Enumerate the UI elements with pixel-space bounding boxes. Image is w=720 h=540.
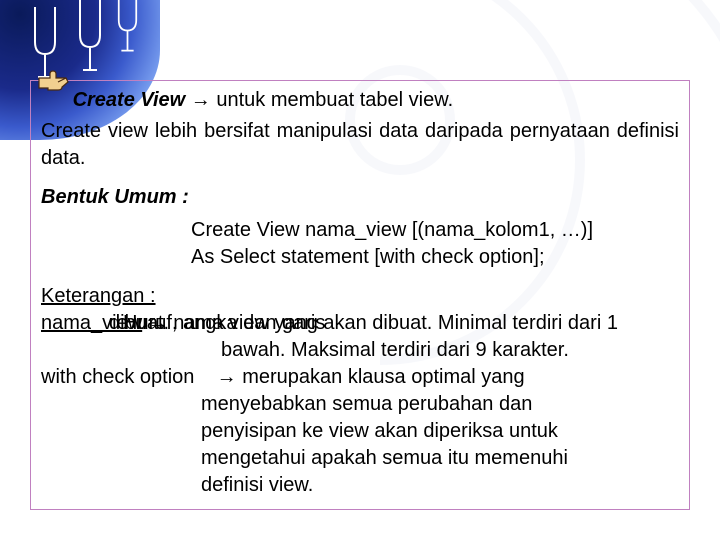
slide-content: Create View → untuk membuat tabel view. … bbox=[30, 80, 690, 510]
keterangan-row-2: with check option → merupakan klausa opt… bbox=[41, 364, 679, 391]
syntax-block: Create View nama_view [(nama_kolom1, …)]… bbox=[41, 217, 679, 271]
paragraph-1: Create view lebih bersifat manipulasi da… bbox=[41, 118, 679, 172]
keterangan-row-1: placeholder nama_view → nama view yang a… bbox=[41, 310, 679, 337]
row2-arrow: → bbox=[217, 366, 237, 388]
row1-overlap-c: Huruf, angka dan garis bbox=[123, 312, 325, 334]
bentuk-umum-label: Bentuk Umum : bbox=[41, 184, 679, 211]
row2-line-2: menyebabkan semua perubahan dan bbox=[41, 391, 679, 418]
row2-label: with check option bbox=[41, 366, 194, 388]
row2-line-5: definisi view. bbox=[41, 472, 679, 499]
syntax-line-1: Create View nama_view [(nama_kolom1, …)] bbox=[191, 217, 679, 244]
row2-line-1: merupakan klausa optimal yang bbox=[242, 366, 524, 388]
title-arrow: → bbox=[191, 89, 211, 111]
row1-continuation: bawah. Maksimal terdiri dari 9 karakter. bbox=[41, 337, 679, 364]
hand-pointer-icon bbox=[36, 68, 70, 94]
title-rest: untuk membuat tabel view. bbox=[216, 89, 453, 111]
syntax-line-2: As Select statement [with check option]; bbox=[191, 244, 679, 271]
title-line: Create View → untuk membuat tabel view. bbox=[41, 87, 679, 114]
row2-line-4: mengetahui apakah semua itu memenuhi bbox=[41, 445, 679, 472]
keterangan-label: Keterangan : bbox=[41, 283, 679, 310]
row2-line-3: penyisipan ke view akan diperiksa untuk bbox=[41, 418, 679, 445]
title-strong: Create View bbox=[73, 89, 186, 111]
